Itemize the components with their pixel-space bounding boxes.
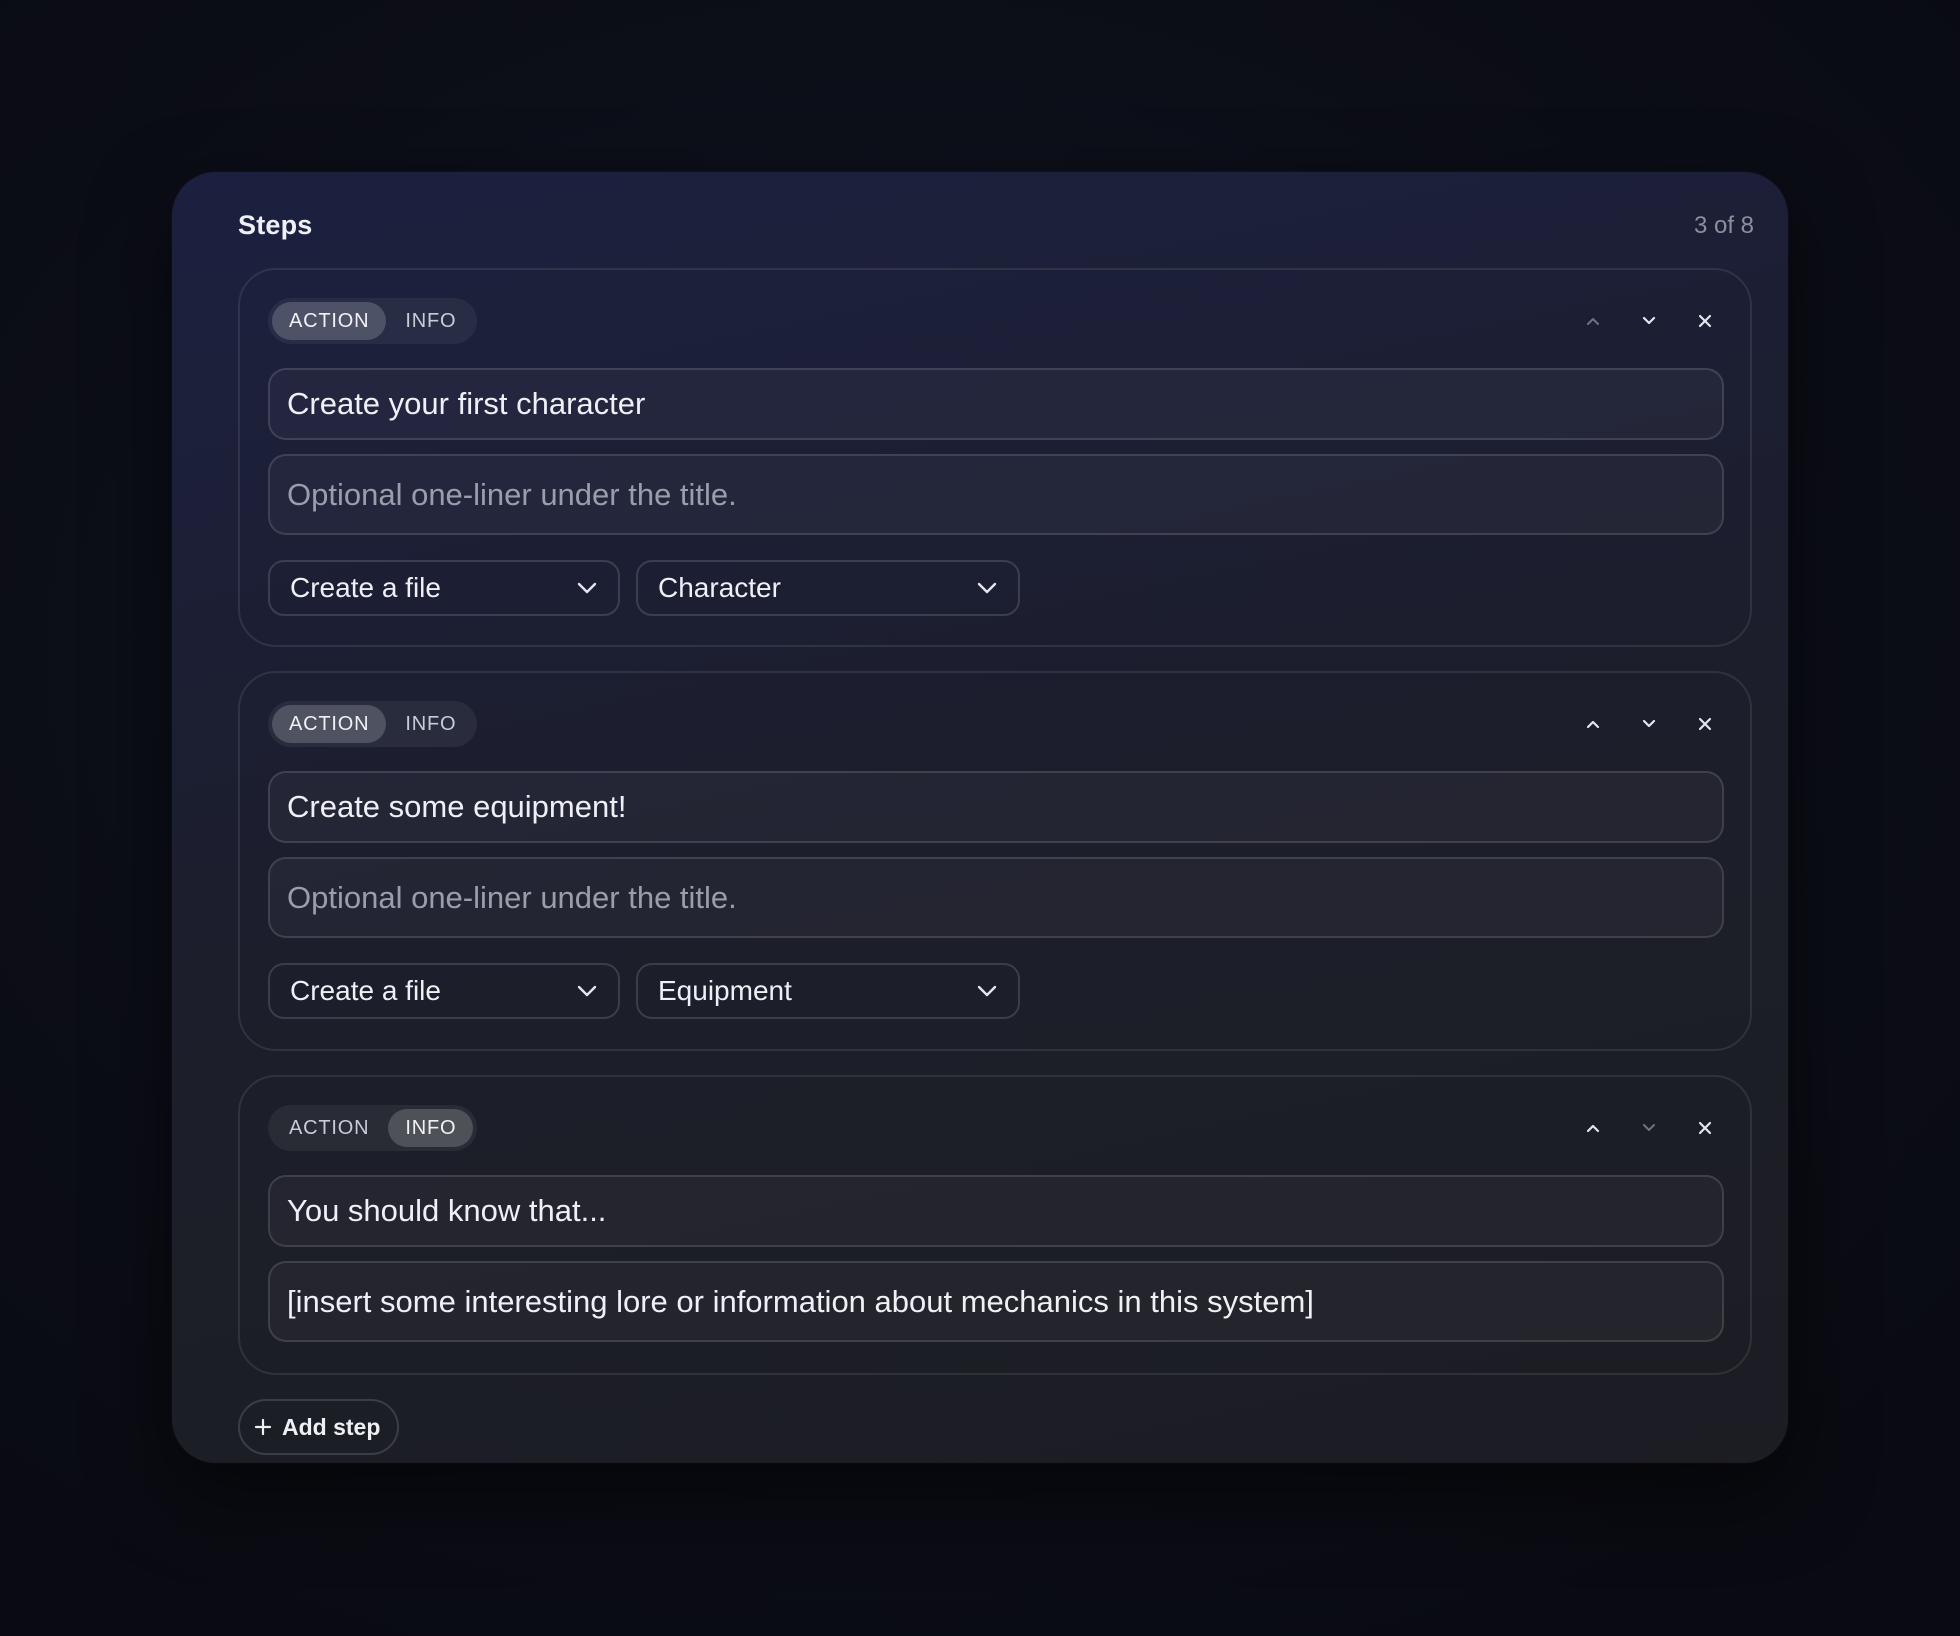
type-option-info[interactable]: INFO [388, 302, 473, 340]
chevron-down-icon [977, 985, 997, 997]
type-option-action[interactable]: ACTION [272, 302, 387, 340]
type-option-action[interactable]: ACTION [272, 705, 387, 743]
move-down-button[interactable] [1634, 709, 1664, 739]
step-title-input[interactable]: Create some equipment! [268, 771, 1724, 843]
target-select[interactable]: Equipment [636, 963, 1020, 1019]
step-title-input[interactable]: Create your first character [268, 368, 1724, 440]
step-card: ACTION INFO Create some equipment! Optio… [238, 671, 1752, 1051]
step-card: ACTION INFO You should know that... [ins… [238, 1075, 1752, 1375]
action-select[interactable]: Create a file [268, 963, 620, 1019]
step-subtitle-input[interactable]: Optional one-liner under the title. [268, 857, 1724, 938]
remove-step-button[interactable] [1690, 1113, 1720, 1143]
chevron-up-icon [1587, 318, 1599, 325]
action-select-value: Create a file [290, 572, 441, 603]
step-type-toggle: ACTION INFO [268, 298, 478, 344]
chevron-down-icon [1642, 316, 1656, 325]
step-type-toggle: ACTION INFO [268, 701, 478, 747]
step-subtitle-input[interactable]: Optional one-liner under the title. [268, 454, 1724, 535]
target-select-value: Character [658, 572, 781, 603]
add-step-button[interactable]: Add step [238, 1399, 400, 1455]
chevron-down-icon [577, 582, 597, 594]
move-down-button[interactable] [1634, 1113, 1664, 1143]
target-select-value: Equipment [658, 975, 792, 1006]
chevron-up-icon [1586, 1124, 1600, 1133]
close-icon [1698, 314, 1712, 328]
step-body-input[interactable]: [insert some interesting lore or informa… [268, 1261, 1724, 1342]
type-option-info[interactable]: INFO [388, 705, 473, 743]
target-select[interactable]: Character [636, 560, 1020, 616]
chevron-down-icon [977, 582, 997, 594]
remove-step-button[interactable] [1690, 306, 1720, 336]
move-up-button[interactable] [1578, 709, 1608, 739]
steps-panel: Steps 3 of 8 ACTION INFO Create your fir… [172, 172, 1788, 1463]
remove-step-button[interactable] [1690, 709, 1720, 739]
step-card: ACTION INFO Create your first character … [238, 268, 1752, 647]
close-icon [1698, 1121, 1712, 1135]
move-down-button[interactable] [1634, 306, 1664, 336]
type-option-action[interactable]: ACTION [272, 1109, 386, 1147]
panel-title: Steps [238, 210, 313, 240]
close-icon [1698, 717, 1712, 731]
step-title-input[interactable]: You should know that... [268, 1175, 1724, 1247]
action-select-value: Create a file [290, 975, 441, 1006]
add-step-label: Add step [282, 1413, 381, 1440]
chevron-down-icon [1643, 1124, 1655, 1131]
move-up-button[interactable] [1578, 306, 1608, 336]
chevron-down-icon [577, 985, 597, 997]
chevron-down-icon [1642, 719, 1656, 728]
step-count: 3 of 8 [1693, 212, 1754, 239]
chevron-up-icon [1586, 720, 1600, 729]
action-select[interactable]: Create a file [268, 560, 620, 616]
type-option-info[interactable]: INFO [388, 1109, 474, 1147]
move-up-button[interactable] [1578, 1113, 1608, 1143]
plus-icon [254, 1418, 272, 1436]
step-type-toggle: ACTION INFO [268, 1105, 478, 1151]
